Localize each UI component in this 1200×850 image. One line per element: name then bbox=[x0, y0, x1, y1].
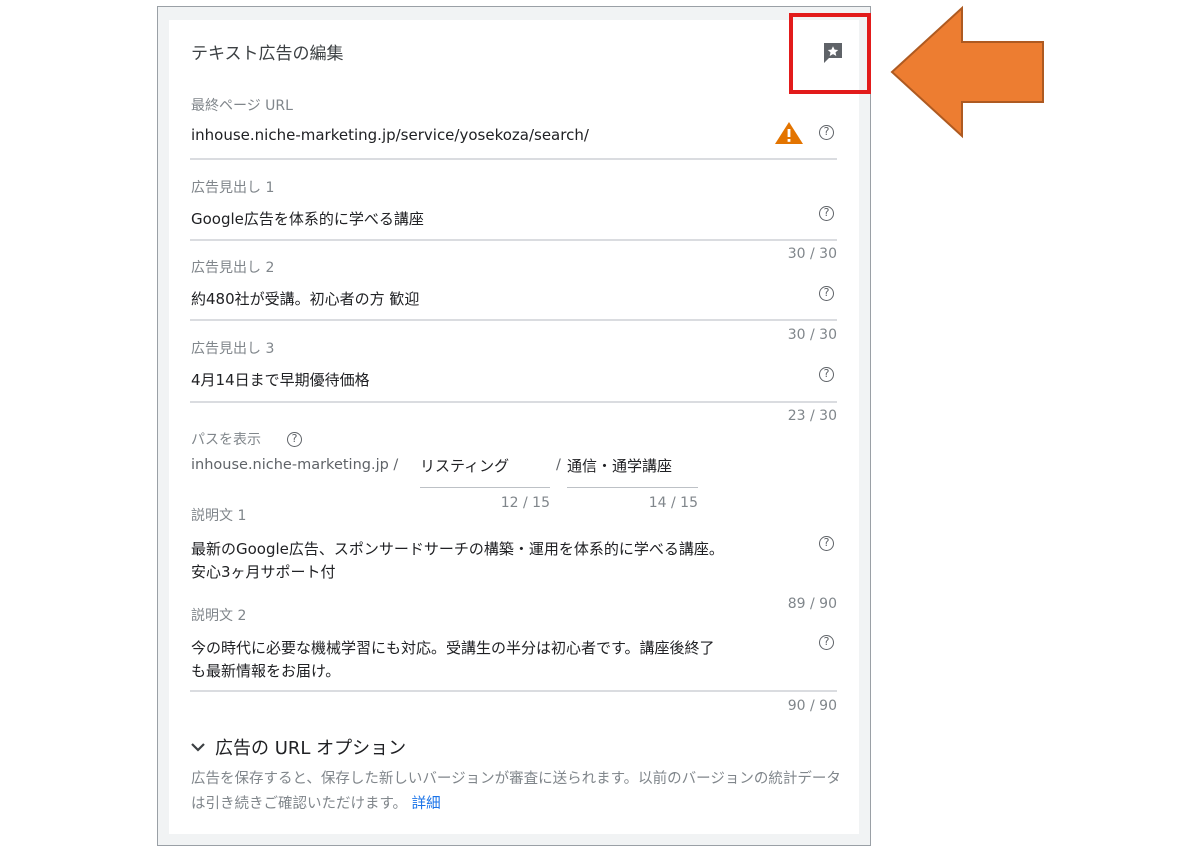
footer-note: 広告を保存すると、保存した新しいバージョンが審査に送られます。以前のバージョンの… bbox=[191, 767, 841, 817]
path1-underline bbox=[420, 487, 550, 488]
description2-counter: 90 / 90 bbox=[787, 698, 837, 714]
headline1-underline bbox=[190, 239, 837, 241]
details-link[interactable]: 詳細 bbox=[412, 796, 441, 812]
headline2-underline bbox=[190, 319, 837, 321]
headline3-label: 広告見出し 3 bbox=[191, 341, 275, 357]
path2-input[interactable]: 通信・通学講座 bbox=[567, 455, 672, 476]
description1-input[interactable]: 最新のGoogle広告、スポンサードサーチの構築・運用を体系的に学べる講座。 安… bbox=[191, 538, 816, 584]
help-icon[interactable]: ? bbox=[819, 125, 834, 140]
description2-line2: も最新情報をお届け。 bbox=[191, 662, 341, 680]
headline1-input[interactable]: Google広告を体系的に学べる講座 bbox=[191, 208, 424, 229]
display-path-label: パスを表示 bbox=[191, 432, 261, 448]
help-icon[interactable]: ? bbox=[819, 206, 834, 221]
headline2-label: 広告見出し 2 bbox=[191, 260, 275, 276]
help-icon[interactable]: ? bbox=[819, 635, 834, 650]
help-icon[interactable]: ? bbox=[819, 286, 834, 301]
final-url-underline bbox=[190, 158, 837, 160]
path-separator: / bbox=[556, 457, 561, 473]
description2-line1: 今の時代に必要な機械学習にも対応。受講生の半分は初心者です。講座後終了 bbox=[191, 639, 715, 657]
chevron-down-icon bbox=[191, 743, 205, 752]
headline1-label: 広告見出し 1 bbox=[191, 180, 275, 196]
path2-counter: 14 / 15 bbox=[648, 495, 698, 511]
final-url-label: 最終ページ URL bbox=[191, 98, 293, 114]
headline3-underline bbox=[190, 401, 837, 403]
headline3-input[interactable]: 4月14日まで早期優待価格 bbox=[191, 369, 370, 390]
headline1-counter: 30 / 30 bbox=[787, 246, 837, 262]
highlight-box bbox=[789, 13, 871, 94]
footer-text: 広告を保存すると、保存した新しいバージョンが審査に送られます。以前のバージョンの… bbox=[191, 771, 841, 812]
description1-label: 説明文 1 bbox=[191, 508, 247, 524]
description2-underline bbox=[190, 690, 837, 692]
help-icon[interactable]: ? bbox=[287, 432, 302, 447]
help-icon[interactable]: ? bbox=[819, 367, 834, 382]
pointer-arrow bbox=[890, 5, 1044, 139]
description2-input[interactable]: 今の時代に必要な機械学習にも対応。受講生の半分は初心者です。講座後終了 も最新情… bbox=[191, 637, 816, 683]
description1-line1: 最新のGoogle広告、スポンサードサーチの構築・運用を体系的に学べる講座。 bbox=[191, 540, 724, 558]
path2-underline bbox=[567, 487, 698, 488]
path1-counter: 12 / 15 bbox=[500, 495, 550, 511]
headline2-input[interactable]: 約480社が受講。初心者の方 歓迎 bbox=[191, 288, 419, 309]
url-options-toggle[interactable]: 広告の URL オプション bbox=[191, 734, 406, 760]
url-options-label: 広告の URL オプション bbox=[215, 738, 407, 759]
final-url-input[interactable]: inhouse.niche-marketing.jp/service/yosek… bbox=[191, 126, 589, 144]
display-path-domain: inhouse.niche-marketing.jp / bbox=[191, 457, 399, 473]
warning-icon bbox=[775, 122, 803, 144]
help-icon[interactable]: ? bbox=[819, 536, 834, 551]
path1-input[interactable]: リスティング bbox=[420, 455, 509, 476]
headline2-counter: 30 / 30 bbox=[787, 327, 837, 343]
description2-label: 説明文 2 bbox=[191, 608, 247, 624]
description1-line2: 安心3ヶ月サポート付 bbox=[191, 563, 336, 581]
dialog-title: テキスト広告の編集 bbox=[191, 44, 344, 64]
description1-counter: 89 / 90 bbox=[787, 596, 837, 612]
headline3-counter: 23 / 30 bbox=[787, 408, 837, 424]
